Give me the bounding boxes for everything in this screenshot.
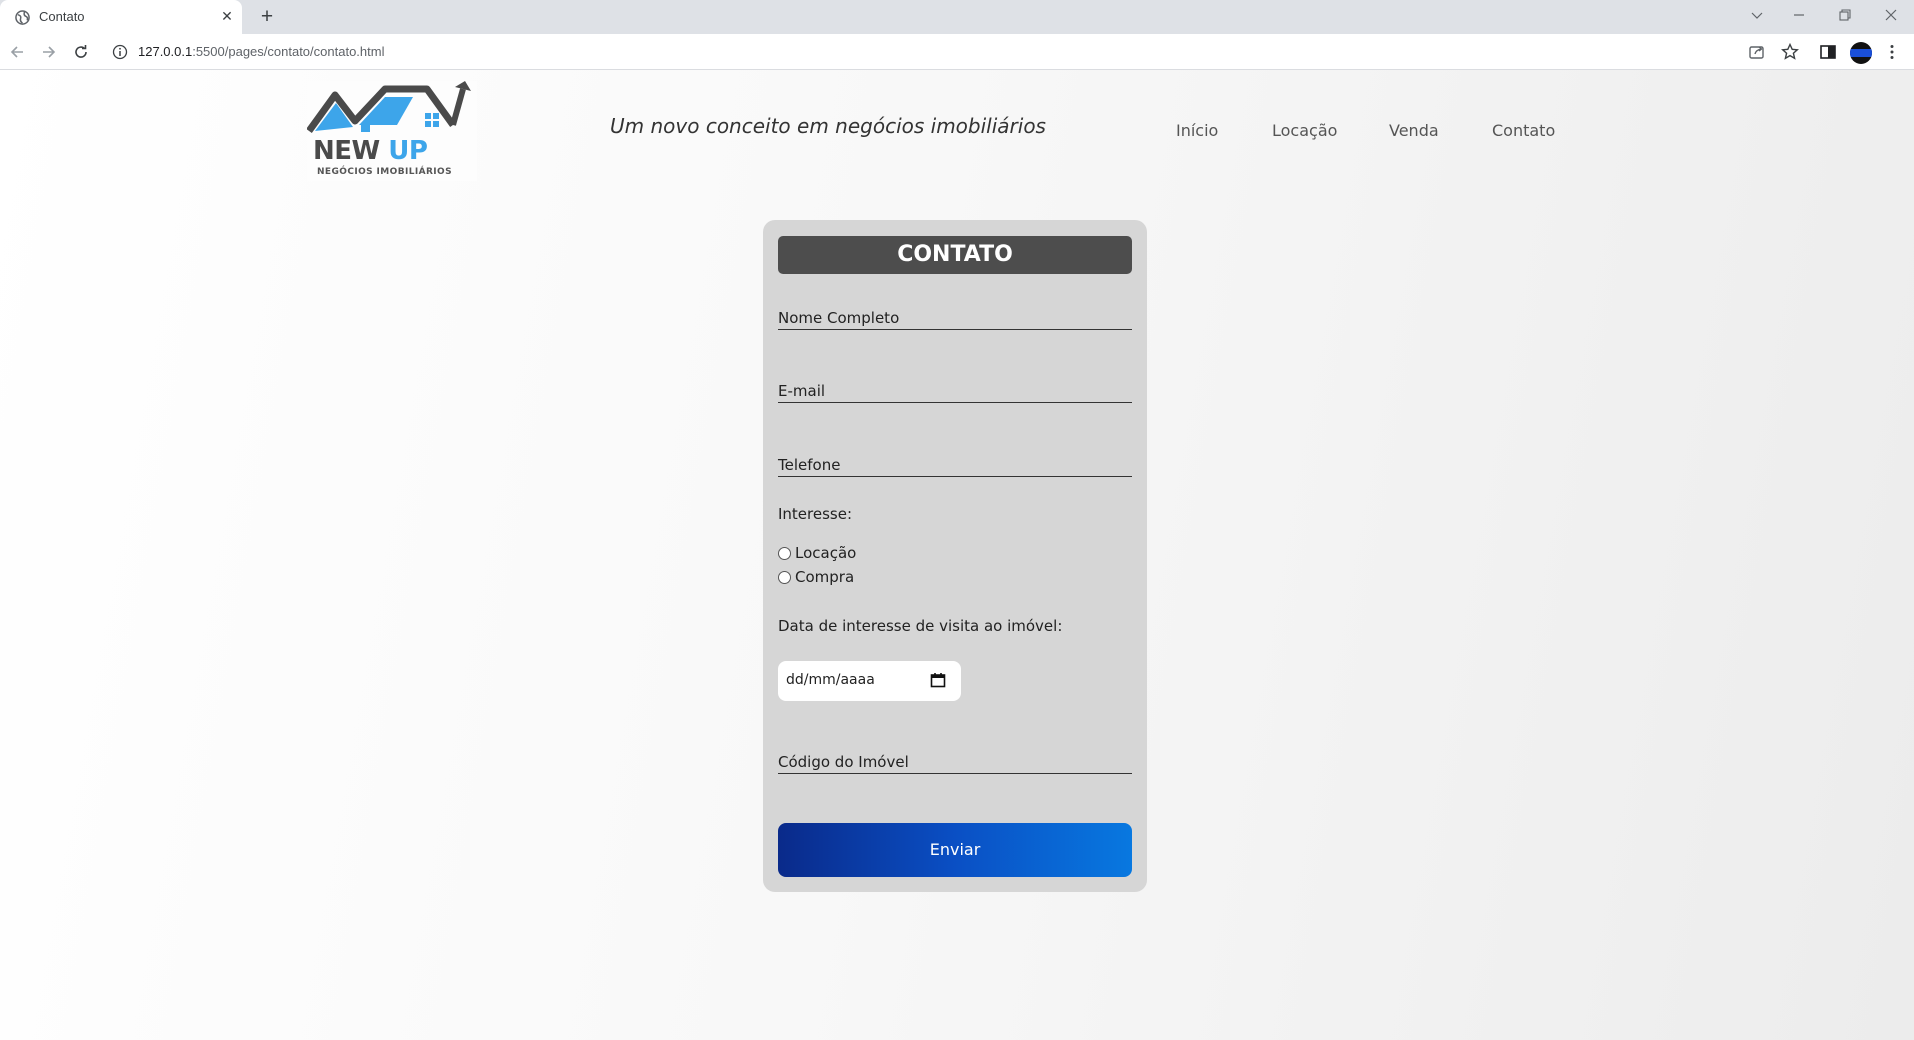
site-logo[interactable]: NEW UP NEGÓCIOS IMOBILIÁRIOS: [307, 81, 477, 181]
url-host: 127.0.0.1: [138, 44, 193, 59]
profile-avatar[interactable]: [1850, 42, 1872, 64]
close-window-icon[interactable]: [1868, 0, 1914, 30]
minimize-icon[interactable]: [1776, 0, 1822, 30]
back-icon[interactable]: [5, 40, 29, 64]
form-title: CONTATO: [778, 236, 1132, 274]
phone-field[interactable]: Telefone: [778, 456, 1132, 477]
slogan: Um novo conceito em negócios imobiliário…: [610, 114, 1046, 138]
new-tab-icon[interactable]: +: [255, 5, 279, 29]
calendar-icon[interactable]: [930, 672, 946, 688]
name-field-label: Nome Completo: [778, 309, 900, 327]
house-logo-icon: [307, 81, 471, 134]
radio-locacao-circle[interactable]: [778, 547, 791, 560]
globe-icon: [15, 10, 30, 25]
side-panel-icon[interactable]: [1818, 42, 1838, 62]
forward-icon[interactable]: [37, 40, 61, 64]
tab-search-icon[interactable]: [1734, 0, 1780, 30]
share-icon[interactable]: [1747, 42, 1767, 62]
nav-link-venda[interactable]: Venda: [1389, 121, 1439, 140]
page-viewport: NEW UP NEGÓCIOS IMOBILIÁRIOS Um novo con…: [0, 70, 1914, 1040]
more-menu-icon[interactable]: [1882, 42, 1902, 62]
email-field-label: E-mail: [778, 382, 826, 400]
property-code-field[interactable]: Código do Imóvel: [778, 753, 1132, 774]
nav-link-contato[interactable]: Contato: [1492, 121, 1555, 140]
site-info-icon[interactable]: [112, 44, 128, 60]
radio-compra-circle[interactable]: [778, 571, 791, 584]
date-label: Data de interesse de visita ao imóvel:: [778, 617, 1063, 635]
nav-link-locacao[interactable]: Locação: [1272, 121, 1337, 140]
tab-title: Contato: [39, 9, 85, 24]
name-field[interactable]: Nome Completo: [778, 309, 1132, 330]
nav-link-inicio[interactable]: Início: [1176, 121, 1218, 140]
contact-form: CONTATO Nome Completo E-mail Telefone In…: [763, 220, 1147, 892]
browser-tab-bar: Contato ✕ +: [0, 0, 1914, 34]
interest-label: Interesse:: [778, 505, 853, 523]
bookmark-star-icon[interactable]: [1780, 42, 1800, 62]
radio-locacao-label[interactable]: Locação: [795, 544, 856, 562]
logo-wordmark: NEW UP: [313, 136, 428, 166]
phone-field-label: Telefone: [778, 456, 841, 474]
url-path: :5500/pages/contato/contato.html: [192, 44, 385, 59]
radio-compra-label[interactable]: Compra: [795, 568, 854, 586]
logo-subtitle: NEGÓCIOS IMOBILIÁRIOS: [317, 167, 452, 177]
visit-date-input[interactable]: dd/mm/aaaa: [778, 661, 961, 701]
restore-icon[interactable]: [1822, 0, 1868, 30]
reload-icon[interactable]: [69, 40, 93, 64]
browser-tab[interactable]: Contato ✕: [0, 0, 242, 34]
email-field[interactable]: E-mail: [778, 382, 1132, 403]
address-bar[interactable]: 127.0.0.1:5500/pages/contato/contato.htm…: [138, 44, 384, 59]
browser-toolbar: 127.0.0.1:5500/pages/contato/contato.htm…: [0, 34, 1914, 70]
property-code-label: Código do Imóvel: [778, 753, 909, 771]
submit-button[interactable]: Enviar: [778, 823, 1132, 877]
close-tab-icon[interactable]: ✕: [218, 7, 236, 25]
date-placeholder: dd/mm/aaaa: [786, 672, 875, 688]
